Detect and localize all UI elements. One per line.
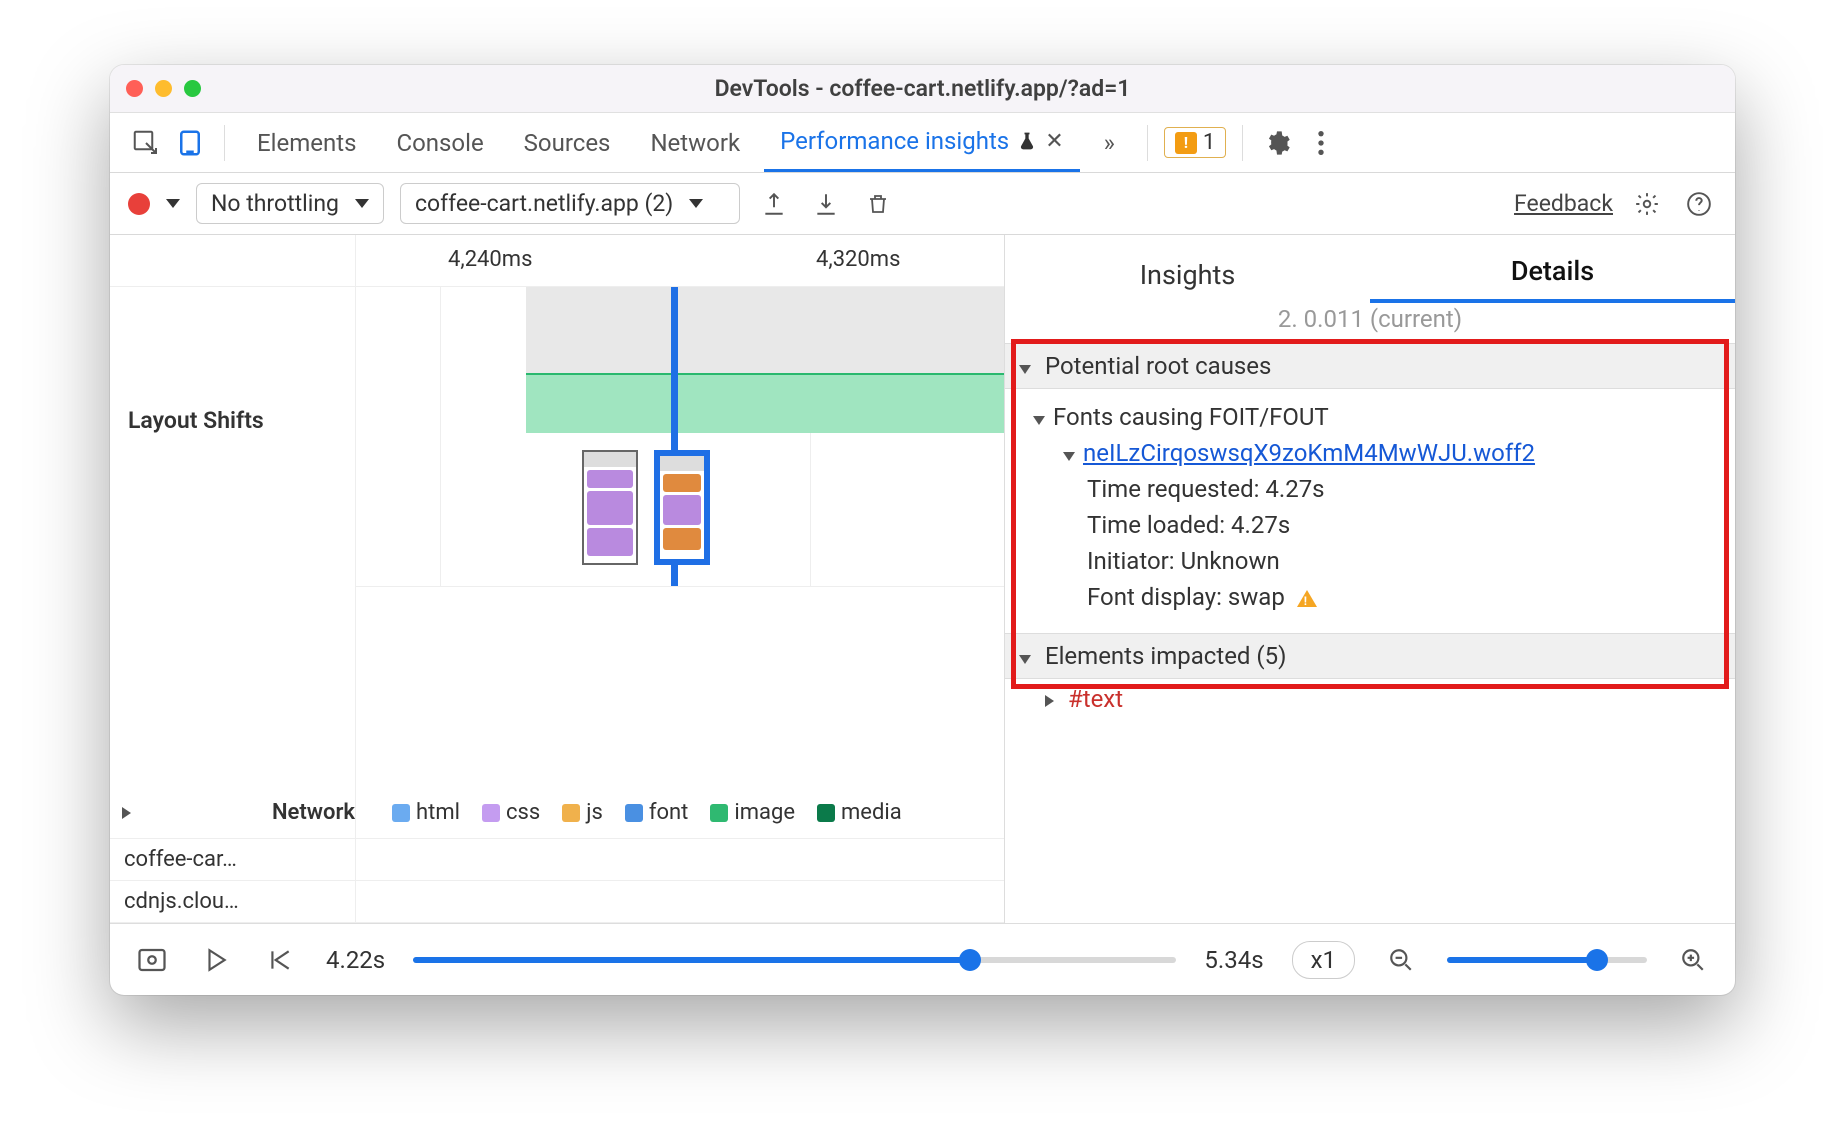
layout-shift-thumbnail-selected[interactable] [654, 450, 710, 565]
minimize-window-button[interactable] [155, 80, 172, 97]
chevron-down-icon [355, 199, 369, 208]
root-causes-header[interactable]: Potential root causes [1005, 343, 1735, 389]
tab-console[interactable]: Console [380, 115, 499, 171]
lane-label-layout-shifts: Layout Shifts [128, 407, 264, 434]
timeline-ruler: 4,240ms 4,320ms [110, 235, 1004, 287]
cls-window [526, 287, 1004, 373]
font-display: Font display: swap [1033, 579, 1717, 615]
legend-media: media [817, 800, 902, 825]
export-icon[interactable] [756, 186, 792, 222]
preview-toggle-icon[interactable] [134, 942, 170, 978]
right-tabs: Insights Details [1005, 235, 1735, 303]
lane-label-network: Network [272, 800, 355, 825]
throttling-label: No throttling [211, 190, 339, 217]
impacted-text-node[interactable]: #text [1005, 679, 1735, 719]
tab-label: Performance insights [780, 127, 1009, 155]
issues-count: 1 [1203, 130, 1215, 155]
time-loaded: Time loaded: 4.27s [1033, 507, 1717, 543]
network-rows: coffee-car… cdnjs.clou… [110, 839, 1004, 923]
font-group-label: Fonts causing FOIT/FOUT [1053, 403, 1329, 431]
close-tab-icon[interactable]: ✕ [1045, 129, 1063, 154]
traffic-lights [126, 80, 201, 97]
zoom-in-icon[interactable] [1675, 942, 1711, 978]
settings-gear-icon[interactable] [1259, 125, 1295, 161]
help-icon[interactable] [1681, 186, 1717, 222]
flask-icon [1017, 129, 1037, 153]
tab-sources[interactable]: Sources [508, 115, 627, 171]
collapse-icon[interactable] [1033, 416, 1045, 425]
zoom-slider[interactable] [1447, 957, 1647, 963]
panel-settings-gear-icon[interactable] [1629, 186, 1665, 222]
tab-details[interactable]: Details [1370, 255, 1735, 303]
main-area: 4,240ms 4,320ms Layout Shifts [110, 235, 1735, 923]
lcp-band [526, 373, 1004, 433]
feedback-link[interactable]: Feedback [1514, 190, 1613, 217]
performance-toolbar: No throttling coffee-cart.netlify.app (2… [110, 173, 1735, 235]
delete-icon[interactable] [860, 186, 896, 222]
warning-icon [1297, 590, 1317, 607]
timeline-panel: 4,240ms 4,320ms Layout Shifts [110, 235, 1005, 923]
font-file-link[interactable]: neILzCirqoswsqX9zoKmM4MwWJU.woff2 [1083, 439, 1535, 467]
network-legend-row: Network html css js font image media [110, 787, 1004, 839]
import-icon[interactable] [808, 186, 844, 222]
speed-pill[interactable]: x1 [1292, 941, 1355, 979]
inspect-icon[interactable] [128, 125, 164, 161]
details-panel: Insights Details 2. 0.011 (current) Pote… [1005, 235, 1735, 923]
session-label: coffee-cart.netlify.app (2) [415, 190, 673, 217]
collapse-icon [1019, 655, 1031, 664]
font-root-cause: Fonts causing FOIT/FOUT neILzCirqoswsqX9… [1005, 389, 1735, 633]
tab-insights[interactable]: Insights [1005, 259, 1370, 303]
playback-end-time: 5.34s [1204, 946, 1263, 974]
time-tick-label: 4,240ms [448, 247, 532, 272]
expand-icon[interactable] [122, 807, 264, 819]
legend-css: css [482, 800, 540, 825]
time-requested: Time requested: 4.27s [1033, 471, 1717, 507]
tab-performance-insights[interactable]: Performance insights ✕ [764, 113, 1079, 172]
timeline-track[interactable] [356, 287, 1004, 787]
window-title: DevTools - coffee-cart.netlify.app/?ad=1 [110, 75, 1735, 102]
skip-back-icon[interactable] [262, 942, 298, 978]
legend-font: font [625, 800, 689, 825]
warning-icon: ! [1175, 132, 1197, 154]
tab-elements[interactable]: Elements [241, 115, 372, 171]
prev-cls-line: 2. 0.011 (current) [1005, 303, 1735, 343]
throttling-select[interactable]: No throttling [196, 183, 384, 224]
legend-js: js [562, 800, 603, 825]
legend-image: image [710, 800, 795, 825]
collapse-icon[interactable] [1063, 452, 1075, 461]
record-button[interactable] [128, 193, 180, 215]
devtools-window: DevTools - coffee-cart.netlify.app/?ad=1… [110, 65, 1735, 995]
layout-shift-thumbnail[interactable] [582, 450, 638, 565]
session-select[interactable]: coffee-cart.netlify.app (2) [400, 183, 740, 224]
zoom-out-icon[interactable] [1383, 942, 1419, 978]
network-row[interactable]: coffee-car… [110, 839, 355, 881]
titlebar: DevTools - coffee-cart.netlify.app/?ad=1 [110, 65, 1735, 113]
playback-slider[interactable] [413, 957, 1176, 963]
issues-badge[interactable]: ! 1 [1164, 127, 1226, 158]
maximize-window-button[interactable] [184, 80, 201, 97]
elements-impacted-header[interactable]: Elements impacted (5) [1005, 633, 1735, 679]
tab-network[interactable]: Network [634, 115, 756, 171]
time-tick-label: 4,320ms [816, 247, 900, 272]
initiator: Initiator: Unknown [1033, 543, 1717, 579]
collapse-icon [1019, 365, 1031, 374]
playback-start-time: 4.22s [326, 946, 385, 974]
record-icon [128, 193, 150, 215]
playback-bar: 4.22s 5.34s x1 [110, 923, 1735, 995]
more-icon[interactable] [1303, 125, 1339, 161]
chevron-down-icon [689, 199, 703, 208]
chevron-down-icon [166, 199, 180, 208]
play-icon[interactable] [198, 942, 234, 978]
device-toggle-icon[interactable] [172, 125, 208, 161]
expand-icon [1045, 695, 1054, 707]
legend-html: html [392, 800, 460, 825]
close-window-button[interactable] [126, 80, 143, 97]
devtools-tabs: Elements Console Sources Network Perform… [110, 113, 1735, 173]
network-row[interactable]: cdnjs.clou… [110, 881, 355, 923]
tabs-overflow[interactable]: » [1088, 115, 1131, 171]
